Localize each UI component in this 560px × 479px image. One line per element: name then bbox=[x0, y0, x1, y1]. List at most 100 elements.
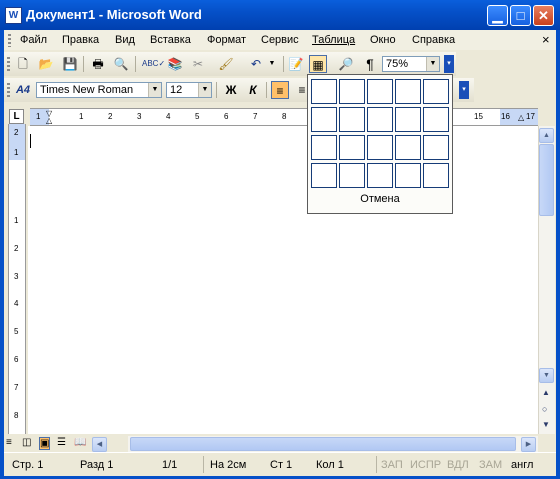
insert-hyperlink-icon[interactable]: 📝 bbox=[287, 55, 305, 73]
spelling-icon[interactable]: ABC✓ bbox=[142, 55, 165, 73]
zoom-value: 75% bbox=[386, 58, 409, 70]
next-page-icon[interactable]: ▼ bbox=[542, 420, 550, 429]
font-size-combo[interactable]: 12 ▼ bbox=[166, 82, 212, 98]
normal-view-icon[interactable]: ≡ bbox=[6, 437, 12, 448]
status-track[interactable]: ИСПР bbox=[410, 459, 441, 471]
menu-window[interactable]: Окно bbox=[370, 34, 396, 46]
select-browse-object-icon[interactable]: ○ bbox=[542, 404, 547, 414]
menu-edit[interactable]: Правка bbox=[62, 34, 99, 46]
status-rec[interactable]: ЗАП bbox=[381, 459, 403, 471]
vertical-ruler[interactable]: 2 1 1 2 3 4 5 6 7 8 bbox=[8, 124, 26, 434]
scroll-right-icon[interactable]: ▶ bbox=[521, 437, 536, 452]
close-button[interactable]: ✕ bbox=[533, 5, 554, 26]
table-grid-cell[interactable] bbox=[339, 107, 365, 132]
table-grid-cell[interactable] bbox=[423, 135, 449, 160]
styles-pane-icon[interactable]: A4 bbox=[14, 81, 32, 99]
table-grid-cell[interactable] bbox=[367, 107, 393, 132]
table-grid-cell[interactable] bbox=[395, 163, 421, 188]
ruler-label: 2 bbox=[108, 112, 113, 121]
menu-format[interactable]: Формат bbox=[207, 34, 246, 46]
align-left-icon[interactable]: ≡ bbox=[271, 81, 289, 99]
menu-help[interactable]: Справка bbox=[412, 34, 455, 46]
chevron-down-icon[interactable]: ▼ bbox=[198, 83, 211, 97]
print-icon[interactable]: 🖶 bbox=[89, 55, 107, 73]
table-grid-cell[interactable] bbox=[339, 135, 365, 160]
hanging-indent-icon[interactable]: △ bbox=[46, 116, 52, 125]
table-grid-cell[interactable] bbox=[423, 163, 449, 188]
table-grid-cell[interactable] bbox=[311, 163, 337, 188]
hscroll-thumb[interactable] bbox=[130, 437, 516, 451]
format-painter-icon[interactable]: 🖌 bbox=[217, 55, 235, 73]
status-line: Ст 1 bbox=[270, 459, 293, 471]
table-grid-cell[interactable] bbox=[423, 107, 449, 132]
table-grid-cell[interactable] bbox=[367, 163, 393, 188]
chevron-down-icon[interactable]: ▼ bbox=[148, 83, 161, 97]
outline-view-icon[interactable]: ☰ bbox=[57, 437, 66, 448]
table-grid-cell[interactable] bbox=[367, 135, 393, 160]
ruler-label: 1 bbox=[36, 112, 41, 121]
scroll-down-icon[interactable]: ▼ bbox=[539, 368, 554, 383]
title-bar[interactable]: W Документ1 - Microsoft Word ▁ □ ✕ bbox=[0, 0, 560, 30]
scroll-thumb[interactable] bbox=[539, 144, 554, 216]
toolbar-separator bbox=[283, 56, 284, 72]
toolbar-options-icon[interactable]: ▾ bbox=[444, 55, 454, 73]
tab-selector-icon[interactable]: L bbox=[9, 109, 24, 124]
minimize-button[interactable]: ▁ bbox=[487, 5, 508, 26]
font-name-combo[interactable]: Times New Roman ▼ bbox=[36, 82, 162, 98]
cut-icon[interactable]: ✂ bbox=[189, 55, 207, 73]
table-grid-cell[interactable] bbox=[311, 107, 337, 132]
menu-table[interactable]: Таблица bbox=[312, 34, 355, 46]
print-layout-icon[interactable]: ▣ bbox=[39, 437, 51, 450]
new-document-icon[interactable]: 🗋 bbox=[14, 55, 32, 73]
menu-tools[interactable]: Сервис bbox=[261, 34, 299, 46]
previous-page-icon[interactable]: ▲ bbox=[542, 388, 550, 397]
chevron-down-icon[interactable]: ▼ bbox=[426, 57, 439, 71]
web-view-icon[interactable]: ◫ bbox=[22, 437, 31, 448]
table-grid-cell[interactable] bbox=[367, 79, 393, 104]
table-grid-cell[interactable] bbox=[339, 163, 365, 188]
toolbar-options-icon[interactable]: ▾ bbox=[459, 81, 469, 99]
show-formatting-icon[interactable]: ¶ bbox=[361, 55, 379, 73]
status-extend[interactable]: ВДЛ bbox=[447, 459, 469, 471]
ruler-label: 6 bbox=[14, 355, 19, 364]
table-grid-cell[interactable] bbox=[395, 107, 421, 132]
menu-grip[interactable] bbox=[8, 34, 11, 47]
word-app-icon[interactable]: W bbox=[5, 7, 22, 24]
zoom-combo[interactable]: 75% ▼ bbox=[382, 56, 440, 72]
insert-table-picker[interactable]: Отмена bbox=[307, 74, 453, 214]
status-position: На 2см bbox=[210, 459, 247, 471]
bold-button[interactable]: Ж bbox=[222, 81, 240, 99]
menu-file[interactable]: Файл bbox=[20, 34, 47, 46]
right-indent-icon[interactable]: △ bbox=[518, 113, 524, 122]
table-grid-cell[interactable] bbox=[311, 135, 337, 160]
vertical-scrollbar[interactable]: ▲ ▼ ▲ ○ ▼ bbox=[538, 126, 555, 434]
open-folder-icon[interactable]: 📂 bbox=[37, 55, 55, 73]
table-grid-cell[interactable] bbox=[311, 79, 337, 104]
menu-insert[interactable]: Вставка bbox=[150, 34, 191, 46]
table-grid-cell[interactable] bbox=[395, 79, 421, 104]
menu-view[interactable]: Вид bbox=[115, 34, 135, 46]
status-overtype[interactable]: ЗАМ bbox=[479, 459, 502, 471]
horizontal-ruler[interactable]: ▽ △ 1 1 2 3 4 5 6 7 8 15 16 17 △ bbox=[30, 108, 538, 126]
insert-table-icon[interactable]: ▦ bbox=[309, 55, 327, 73]
reading-layout-icon[interactable]: 📖 bbox=[74, 437, 86, 448]
doc-close-icon[interactable]: × bbox=[542, 32, 550, 47]
undo-dropdown-icon[interactable]: ▼ bbox=[263, 55, 281, 73]
toolbar-grip[interactable] bbox=[7, 83, 10, 97]
scroll-up-icon[interactable]: ▲ bbox=[539, 128, 554, 143]
italic-button[interactable]: К bbox=[244, 81, 262, 99]
document-page[interactable] bbox=[28, 126, 538, 434]
research-icon[interactable]: 📚 bbox=[166, 55, 184, 73]
font-size-value: 12 bbox=[170, 84, 183, 96]
print-preview-icon[interactable]: 🔍 bbox=[112, 55, 130, 73]
cancel-button[interactable]: Отмена bbox=[308, 193, 452, 205]
horizontal-scrollbar[interactable]: ◀ ▶ bbox=[92, 436, 538, 452]
table-grid-cell[interactable] bbox=[395, 135, 421, 160]
maximize-button[interactable]: □ bbox=[510, 5, 531, 26]
table-grid-cell[interactable] bbox=[339, 79, 365, 104]
toolbar-grip[interactable] bbox=[7, 57, 10, 71]
document-map-icon[interactable]: 🔎 bbox=[337, 55, 355, 73]
save-icon[interactable]: 💾 bbox=[61, 55, 79, 73]
scroll-left-icon[interactable]: ◀ bbox=[92, 437, 107, 452]
table-grid-cell[interactable] bbox=[423, 79, 449, 104]
